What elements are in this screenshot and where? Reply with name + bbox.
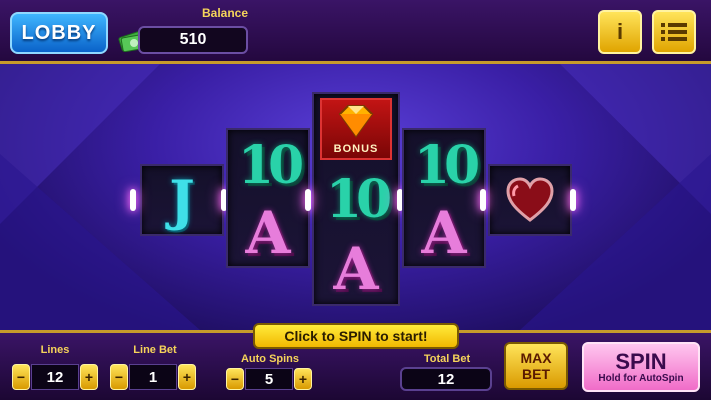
heart-icon [506,177,554,222]
spin-label: SPIN [615,348,667,374]
lobby-button[interactable]: LOBBY [10,12,108,54]
linebet-label: Line Bet [133,344,177,356]
reel-light [480,189,486,211]
autospins-minus-button[interactable]: − [226,368,244,390]
lines-plus-button[interactable]: + [80,364,98,390]
bonus-label: BONUS [333,143,379,155]
balance-value: 510 [138,26,248,54]
info-button[interactable]: i [598,10,642,54]
reel-1: J [140,164,224,236]
bonus-symbol: BONUS [320,98,392,160]
totalbet-label: Total Bet [423,353,471,365]
totalbet-value: 12 [400,367,492,391]
max-bet-button[interactable]: MAX BET [504,342,568,390]
spin-button[interactable]: SPIN Hold for AutoSpin [582,342,700,392]
autospins-value: 5 [245,368,293,390]
balance-label: Balance [201,6,249,20]
autospins-plus-button[interactable]: + [294,368,312,390]
symbol-10: 10 [237,134,304,196]
symbol-a: A [333,235,379,303]
linebet-plus-button[interactable]: + [178,364,196,390]
reel-area: J 10 A BONUS 10 A 10 A [0,64,711,330]
reel-light [130,189,136,211]
max-bet-line2: BET [522,366,550,382]
reel-2: 10 A [226,128,310,268]
linebet-minus-button[interactable]: − [110,364,128,390]
reel-3: BONUS 10 A [312,92,400,306]
menu-button[interactable] [652,10,696,54]
autospins-label: Auto Spins [240,353,300,365]
lines-value: 12 [31,364,79,390]
reel-light [570,189,576,211]
max-bet-line1: MAX [520,350,552,366]
reel-light [305,189,311,211]
reel-5 [488,164,572,236]
symbol-10: 10 [325,168,392,230]
symbol-j: J [169,168,195,232]
spin-prompt: Click to SPIN to start! [253,323,459,349]
linebet-value: 1 [129,364,177,390]
symbol-a: A [421,199,467,267]
lines-label: Lines [40,344,70,356]
reel-4: 10 A [402,128,486,268]
lines-minus-button[interactable]: − [12,364,30,390]
spin-sublabel: Hold for AutoSpin [598,372,684,384]
gem-icon [338,105,374,138]
info-icon: i [616,19,624,44]
symbol-10: 10 [413,134,480,196]
symbol-a: A [245,199,291,267]
menu-icon [661,23,687,41]
top-bar: LOBBY Balance 510 i [0,0,711,64]
